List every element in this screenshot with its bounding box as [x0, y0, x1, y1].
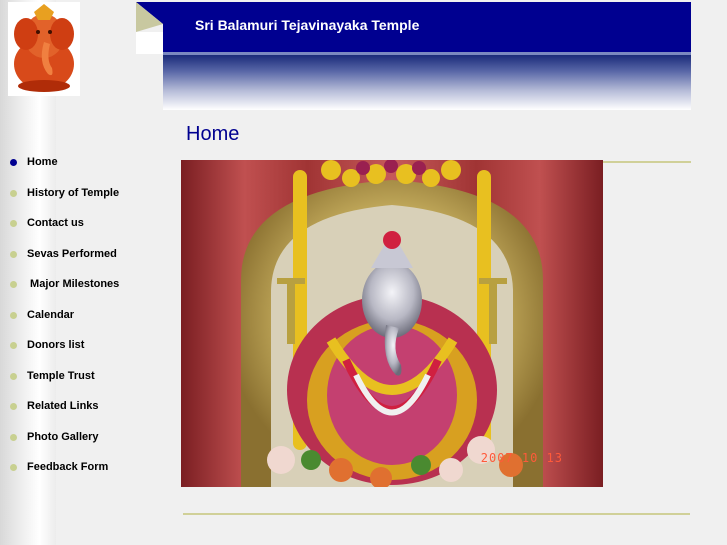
nav-label: Sevas Performed: [27, 248, 117, 260]
header-fold-corner: [136, 2, 163, 54]
temple-deity-photo: 2007 10 13: [181, 160, 603, 487]
nav-item-history[interactable]: History of Temple: [10, 183, 119, 203]
bullet-dot-icon: [10, 250, 17, 258]
nav-item-trust[interactable]: Temple Trust: [10, 366, 95, 386]
nav-label: Related Links: [27, 400, 99, 412]
nav-label: Donors list: [27, 339, 85, 351]
nav-item-milestones[interactable]: Major Milestones: [10, 274, 119, 294]
bullet-dot-icon: [10, 433, 17, 441]
nav-item-calendar[interactable]: Calendar: [10, 305, 74, 325]
nav-label: Home: [27, 156, 58, 168]
bullet-dot-icon: [10, 341, 17, 349]
header-gradient-band: [163, 55, 691, 110]
bullet-dot-icon: [10, 219, 17, 227]
nav-label: Contact us: [27, 217, 84, 229]
nav-label: Feedback Form: [27, 461, 109, 473]
divider-top: [603, 161, 691, 163]
nav-item-contact[interactable]: Contact us: [10, 213, 84, 233]
nav-item-photo-gallery[interactable]: Photo Gallery: [10, 427, 99, 447]
header-bar: Sri Balamuri Tejavinayaka Temple: [163, 2, 691, 52]
nav-label: Photo Gallery: [27, 431, 99, 443]
nav-item-donors[interactable]: Donors list: [10, 335, 84, 355]
bullet-dot-icon: [10, 372, 17, 380]
photo-date-stamp: 2007 10 13: [480, 451, 563, 465]
bullet-dot-icon: [10, 158, 17, 166]
bullet-dot-icon: [10, 402, 17, 410]
nav-item-sevas[interactable]: Sevas Performed: [10, 244, 117, 264]
nav-label: Major Milestones: [27, 278, 120, 290]
nav-label: Temple Trust: [27, 370, 95, 382]
bullet-dot-icon: [10, 189, 17, 197]
bullet-dot-icon: [10, 463, 17, 471]
bullet-dot-icon: [10, 280, 17, 288]
bullet-dot-icon: [10, 311, 17, 319]
page-title: Home: [186, 123, 240, 145]
nav-item-related-links[interactable]: Related Links: [10, 396, 99, 416]
site-title: Sri Balamuri Tejavinayaka Temple: [195, 17, 420, 33]
divider-bottom: [183, 513, 690, 515]
nav-item-home[interactable]: Home: [10, 152, 58, 172]
nav-item-feedback[interactable]: Feedback Form: [10, 457, 108, 477]
nav-label: History of Temple: [27, 187, 120, 199]
nav-label: Calendar: [27, 309, 75, 321]
ganesha-logo-icon: [8, 2, 80, 96]
